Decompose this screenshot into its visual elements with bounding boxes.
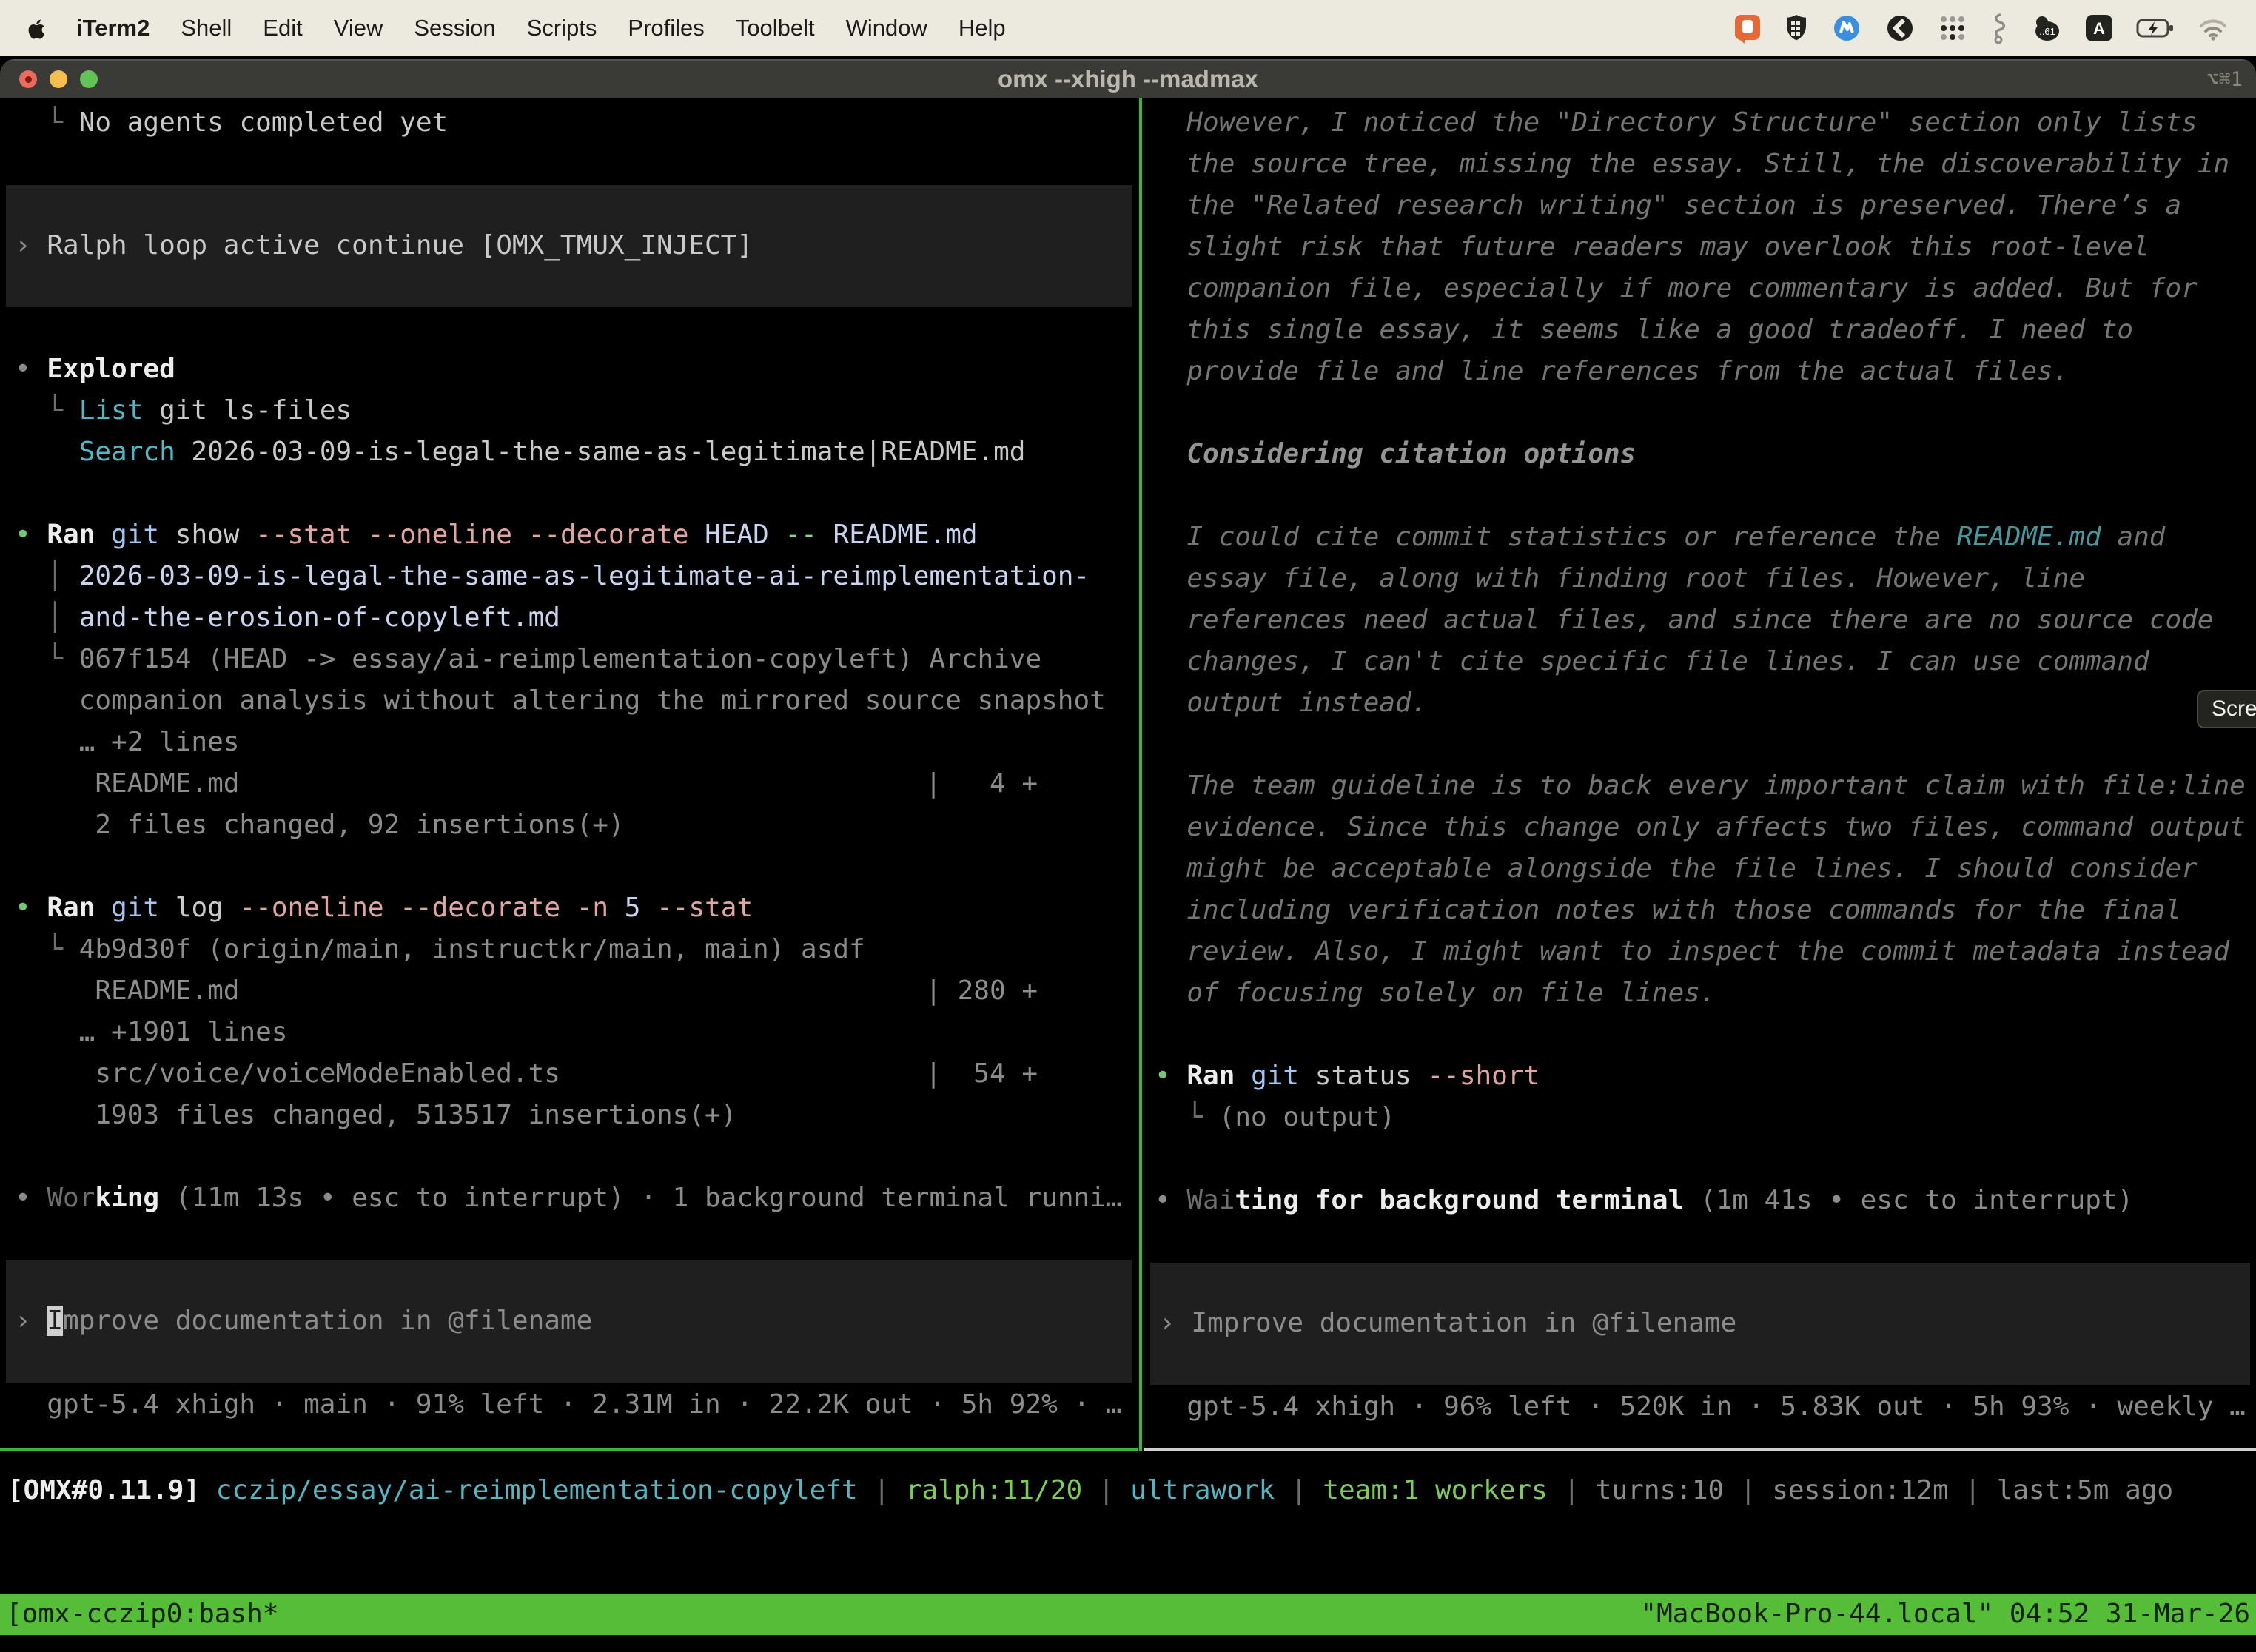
terminal-line: of focusing solely on file lines. bbox=[1144, 973, 2256, 1014]
window-shortcut-badge: ⌥⌘1 bbox=[2206, 68, 2243, 91]
terminal-line: review. Also, I might want to inspect th… bbox=[1144, 931, 2256, 973]
terminal-line: might be acceptable alongside the file l… bbox=[1144, 848, 2256, 890]
close-button[interactable] bbox=[19, 70, 37, 88]
terminal-line: 2 files changed, 92 insertions(+) bbox=[0, 805, 1138, 846]
tmux-pane-left[interactable]: └ No agents completed yet › Ralph loop ac… bbox=[0, 98, 1138, 1448]
desktop: iTerm2 Shell Edit View Session Scripts Profile… bbox=[0, 0, 2256, 1652]
terminal-line: including verification notes with those … bbox=[1144, 890, 2256, 931]
terminal-line: └ 4b9d30f (origin/main, instructkr/main,… bbox=[0, 929, 1138, 970]
svg-text:..61: ..61 bbox=[2039, 26, 2055, 37]
menu-item-profiles[interactable]: Profiles bbox=[628, 15, 704, 41]
prompt-input-box[interactable]: › Improve documentation in @filename bbox=[6, 1260, 1132, 1383]
prompt-line: › Improve documentation in @filename bbox=[1150, 1303, 2250, 1344]
apple-menu-icon[interactable] bbox=[27, 16, 47, 40]
diffstat-row: README.md| 4 + bbox=[0, 763, 1038, 805]
terminal-line: • Working (11m 13s • esc to interrupt) ·… bbox=[0, 1178, 1138, 1219]
terminal-line: [OMX#0.11.9] cczip/essay/ai-reimplementa… bbox=[0, 1470, 2256, 1511]
screen-notification-tab[interactable]: Scre bbox=[2197, 690, 2256, 728]
pane-border-inactive bbox=[1144, 1448, 2256, 1451]
prompt-input-box[interactable]: › Ralph loop active continue [OMX_TMUX_I… bbox=[6, 185, 1132, 307]
terminal-line: provide file and line references from th… bbox=[1144, 351, 2256, 392]
terminal-line: this single essay, it seems like a good … bbox=[1144, 309, 2256, 351]
tmux-host-clock: "MacBook-Pro-44.local" 04:52 31-Mar-26 bbox=[1640, 1594, 2250, 1635]
shield-icon[interactable] bbox=[1784, 13, 1809, 44]
terminal-line: … +2 lines bbox=[0, 722, 1138, 763]
prompt-line: › Ralph loop active continue [OMX_TMUX_I… bbox=[6, 225, 1132, 266]
terminal-line: Considering citation options bbox=[1144, 434, 2256, 475]
battery-icon[interactable] bbox=[2136, 17, 2175, 39]
diffstat-count: | 54 + bbox=[925, 1053, 1038, 1095]
menu-item-iterm2[interactable]: iTerm2 bbox=[76, 15, 150, 41]
terminal-line: companion analysis without altering the … bbox=[0, 680, 1138, 722]
model-status-line: gpt-5.4 xhigh · 96% left · 520K in · 5.8… bbox=[1144, 1386, 2256, 1428]
terminal-line: └ List git ls-files bbox=[0, 390, 1138, 432]
menu-items: iTerm2 Shell Edit View Session Scripts Profile… bbox=[76, 15, 1006, 41]
diffstat-row: README.md| 280 + bbox=[0, 970, 1038, 1012]
squiggle-icon[interactable] bbox=[1990, 12, 2007, 44]
terminal-line: output instead. bbox=[1144, 682, 2256, 724]
terminal-line: slight risk that future readers may over… bbox=[1144, 226, 2256, 268]
terminal-line: changes, I can't cite specific file line… bbox=[1144, 641, 2256, 682]
terminal-line: Search 2026-03-09-is-legal-the-same-as-l… bbox=[0, 432, 1138, 473]
media-circle-icon[interactable] bbox=[1884, 13, 1916, 44]
wifi-icon[interactable] bbox=[2197, 16, 2229, 41]
window-title: omx --xhigh --madmax bbox=[998, 65, 1258, 93]
menu-item-edit[interactable]: Edit bbox=[263, 15, 302, 41]
menu-item-help[interactable]: Help bbox=[959, 15, 1006, 41]
menu-item-session[interactable]: Session bbox=[414, 15, 495, 41]
pane-divider[interactable] bbox=[1139, 98, 1142, 1451]
terminal-line: • Ran git status --short bbox=[1144, 1055, 2256, 1097]
menu-item-view[interactable]: View bbox=[334, 15, 383, 41]
terminal-line: … +1901 lines bbox=[0, 1012, 1138, 1053]
terminal-line: └ 067f154 (HEAD -> essay/ai-reimplementa… bbox=[0, 639, 1138, 680]
zoom-button[interactable] bbox=[80, 70, 98, 88]
terminal-line: │ 2026-03-09-is-legal-the-same-as-legiti… bbox=[0, 556, 1138, 597]
terminal-line: the "Related research writing" section i… bbox=[1144, 185, 2256, 226]
screen-recording-icon[interactable] bbox=[1733, 12, 1762, 44]
tmux-status-bar: [omx-cczip0:bash* "MacBook-Pro-44.local"… bbox=[0, 1594, 2256, 1635]
prompt-input-box[interactable]: › Improve documentation in @filename bbox=[1150, 1263, 2250, 1385]
terminal-line: I could cite commit statistics or refere… bbox=[1144, 517, 2256, 558]
battery-percent-icon[interactable]: ..61 bbox=[2030, 12, 2062, 44]
terminal-line: • Explored bbox=[0, 349, 1138, 390]
tmux-pane-right[interactable]: However, I noticed the "Directory Struct… bbox=[1144, 98, 2256, 1448]
iterm2-window: omx --xhigh --madmax ⌥⌘1 └ No agents com… bbox=[0, 59, 2256, 1652]
terminal-line: • Waiting for background terminal (1m 41… bbox=[1144, 1180, 2256, 1221]
prompt-line: › Improve documentation in @filename bbox=[6, 1300, 1132, 1342]
terminal-line: 1903 files changed, 513517 insertions(+) bbox=[0, 1095, 1138, 1136]
terminal-line: essay file, along with finding root file… bbox=[1144, 558, 2256, 600]
terminal-line: references need actual files, and since … bbox=[1144, 600, 2256, 641]
window-title-bar[interactable]: omx --xhigh --madmax ⌥⌘1 bbox=[0, 59, 2256, 98]
menu-item-scripts[interactable]: Scripts bbox=[527, 15, 597, 41]
menu-item-shell[interactable]: Shell bbox=[181, 15, 232, 41]
terminal-line: └ (no output) bbox=[1144, 1097, 2256, 1138]
svg-text:A: A bbox=[2093, 19, 2105, 38]
terminal-line: the source tree, missing the essay. Stil… bbox=[1144, 144, 2256, 185]
traffic-lights bbox=[19, 61, 98, 98]
terminal-line: companion file, especially if more comme… bbox=[1144, 268, 2256, 309]
diffstat-count: | 280 + bbox=[925, 970, 1038, 1012]
diffstat-row: src/voice/voiceModeEnabled.ts| 54 + bbox=[0, 1053, 1038, 1095]
minimize-button[interactable] bbox=[50, 70, 67, 88]
pane-border-active bbox=[0, 1448, 1138, 1451]
model-status-line: gpt-5.4 xhigh · main · 91% left · 2.31M … bbox=[0, 1384, 1138, 1426]
terminal-line: However, I noticed the "Directory Struct… bbox=[1144, 102, 2256, 144]
terminal-line: • Ran git show --stat --oneline --decora… bbox=[0, 514, 1138, 556]
input-source-icon[interactable]: A bbox=[2084, 13, 2114, 43]
terminal-line: The team guideline is to back every impo… bbox=[1144, 765, 2256, 807]
terminal-line: evidence. Since this change only affects… bbox=[1144, 807, 2256, 848]
terminal-line: • Ran git log --oneline --decorate -n 5 … bbox=[0, 887, 1138, 929]
tmux-session-label: [omx-cczip0:bash* bbox=[6, 1594, 278, 1635]
badge-icon[interactable] bbox=[1831, 13, 1862, 44]
omx-status-bar: [OMX#0.11.9] cczip/essay/ai-reimplementa… bbox=[0, 1470, 2256, 1511]
menu-item-window[interactable]: Window bbox=[846, 15, 927, 41]
terminal-line: │ and-the-erosion-of-copyleft.md bbox=[0, 597, 1138, 639]
menu-status-icons: ..61 A bbox=[1733, 12, 2229, 44]
terminal-line: └ No agents completed yet bbox=[0, 102, 1138, 144]
macos-menu-bar: iTerm2 Shell Edit View Session Scripts Profile… bbox=[0, 0, 2256, 56]
diffstat-count: | 4 + bbox=[925, 763, 1038, 805]
terminal-content: └ No agents completed yet › Ralph loop ac… bbox=[0, 98, 2256, 1652]
menu-item-toolbelt[interactable]: Toolbelt bbox=[736, 15, 815, 41]
dots-grid-icon[interactable] bbox=[1938, 13, 1967, 43]
